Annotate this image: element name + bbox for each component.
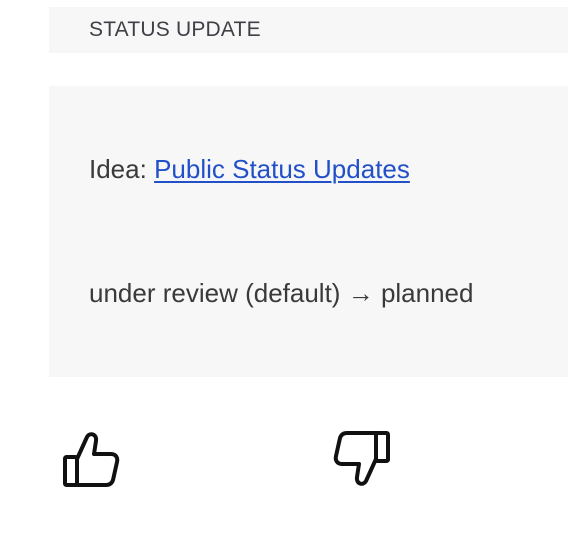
status-update-card: Idea: Public Status Updates under review… xyxy=(49,86,568,377)
status-change: under review (default) → planned xyxy=(89,278,473,309)
idea-link[interactable]: Public Status Updates xyxy=(154,154,410,184)
downvote-button[interactable] xyxy=(332,429,392,489)
thumbs-down-icon xyxy=(332,429,392,489)
thumbs-up-icon xyxy=(61,429,121,489)
status-from: under review (default) xyxy=(89,278,341,308)
status-arrow: → xyxy=(347,278,374,308)
status-to: planned xyxy=(380,278,474,308)
idea-line: Idea: Public Status Updates xyxy=(89,154,410,185)
status-update-header: STATUS UPDATE xyxy=(49,7,568,53)
upvote-button[interactable] xyxy=(61,429,121,489)
header-title: STATUS UPDATE xyxy=(89,18,261,41)
idea-prefix: Idea: xyxy=(89,154,155,184)
